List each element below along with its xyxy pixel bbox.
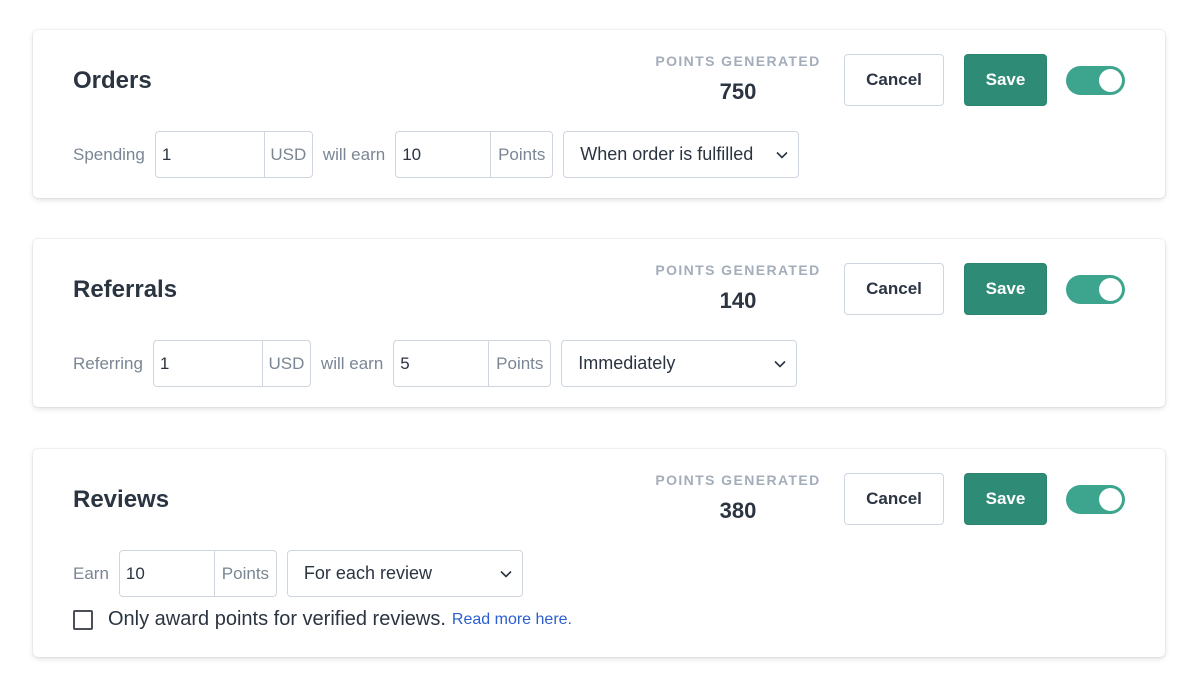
currency-addon: USD <box>263 132 312 177</box>
orders-cancel-button[interactable]: Cancel <box>844 54 944 106</box>
toggle-knob <box>1099 278 1122 301</box>
earn-label: Earn <box>73 563 109 583</box>
referrals-cancel-button[interactable]: Cancel <box>844 263 944 315</box>
verified-reviews-checkbox[interactable] <box>73 609 93 630</box>
referrals-trigger-select[interactable]: Immediately <box>561 340 798 387</box>
points-generated-value: 380 <box>719 498 757 523</box>
orders-rule-row: Spending USD will earn Points When order… <box>73 131 800 178</box>
reviews-card: Reviews POINTS GENERATED 380 Cancel Save… <box>33 449 1165 657</box>
points-addon: Points <box>490 132 552 177</box>
referring-amount-input[interactable] <box>153 341 262 386</box>
reviews-title: Reviews <box>73 486 170 513</box>
orders-title: Orders <box>73 67 152 94</box>
spending-amount-input[interactable] <box>155 132 264 177</box>
toggle-knob <box>1099 488 1122 511</box>
chevron-down-icon <box>774 358 786 370</box>
points-generated-label: POINTS GENERATED <box>655 53 821 69</box>
points-generated-value: 750 <box>719 79 757 104</box>
referrals-points-generated: POINTS GENERATED 140 <box>653 262 823 314</box>
orders-enable-toggle[interactable] <box>1066 66 1125 95</box>
referring-input-group: USD <box>152 340 311 387</box>
earn-points-input[interactable] <box>119 551 214 596</box>
earn-input-group: Points <box>395 131 554 178</box>
spending-label: Spending <box>73 144 145 164</box>
chevron-down-icon <box>776 149 788 161</box>
reviews-enable-toggle[interactable] <box>1066 485 1125 514</box>
chevron-down-icon <box>500 568 512 580</box>
referrals-enable-toggle[interactable] <box>1066 275 1125 304</box>
referrals-rule-row: Referring USD will earn Points Immediate… <box>73 340 798 387</box>
earn-points-input[interactable] <box>396 132 491 177</box>
select-value: For each review <box>303 563 432 583</box>
points-addon: Points <box>488 341 550 386</box>
toggle-knob <box>1099 69 1122 92</box>
referrals-title: Referrals <box>73 276 178 303</box>
orders-trigger-select[interactable]: When order is fulfilled <box>563 131 800 178</box>
will-earn-label: will earn <box>322 144 386 164</box>
select-value: Immediately <box>578 353 676 373</box>
verified-reviews-option: Only award points for verified reviews. … <box>73 608 572 631</box>
select-value: When order is fulfilled <box>580 144 754 164</box>
orders-save-button[interactable]: Save <box>964 54 1047 106</box>
reviews-points-generated: POINTS GENERATED 380 <box>653 472 823 524</box>
referrals-card: Referrals POINTS GENERATED 140 Cancel Sa… <box>33 239 1165 407</box>
read-more-link[interactable]: Read more here. <box>452 611 572 629</box>
orders-points-generated: POINTS GENERATED 750 <box>653 53 823 105</box>
earn-input-group: Points <box>118 550 277 597</box>
points-generated-label: POINTS GENERATED <box>655 262 821 278</box>
will-earn-label: will earn <box>320 353 384 373</box>
reviews-save-button[interactable]: Save <box>964 473 1047 525</box>
points-addon: Points <box>213 551 276 596</box>
points-generated-value: 140 <box>719 288 757 313</box>
points-generated-label: POINTS GENERATED <box>655 472 821 488</box>
spending-input-group: USD <box>154 131 313 178</box>
orders-card: Orders POINTS GENERATED 750 Cancel Save … <box>33 30 1165 198</box>
verified-reviews-label: Only award points for verified reviews. <box>108 608 446 630</box>
reviews-cancel-button[interactable]: Cancel <box>844 473 944 525</box>
earn-input-group: Points <box>393 340 552 387</box>
currency-addon: USD <box>261 341 310 386</box>
referrals-save-button[interactable]: Save <box>964 263 1047 315</box>
reviews-rule-row: Earn Points For each review <box>73 550 523 597</box>
referring-label: Referring <box>73 353 143 373</box>
earn-points-input[interactable] <box>394 341 489 386</box>
reviews-trigger-select[interactable]: For each review <box>286 550 523 597</box>
